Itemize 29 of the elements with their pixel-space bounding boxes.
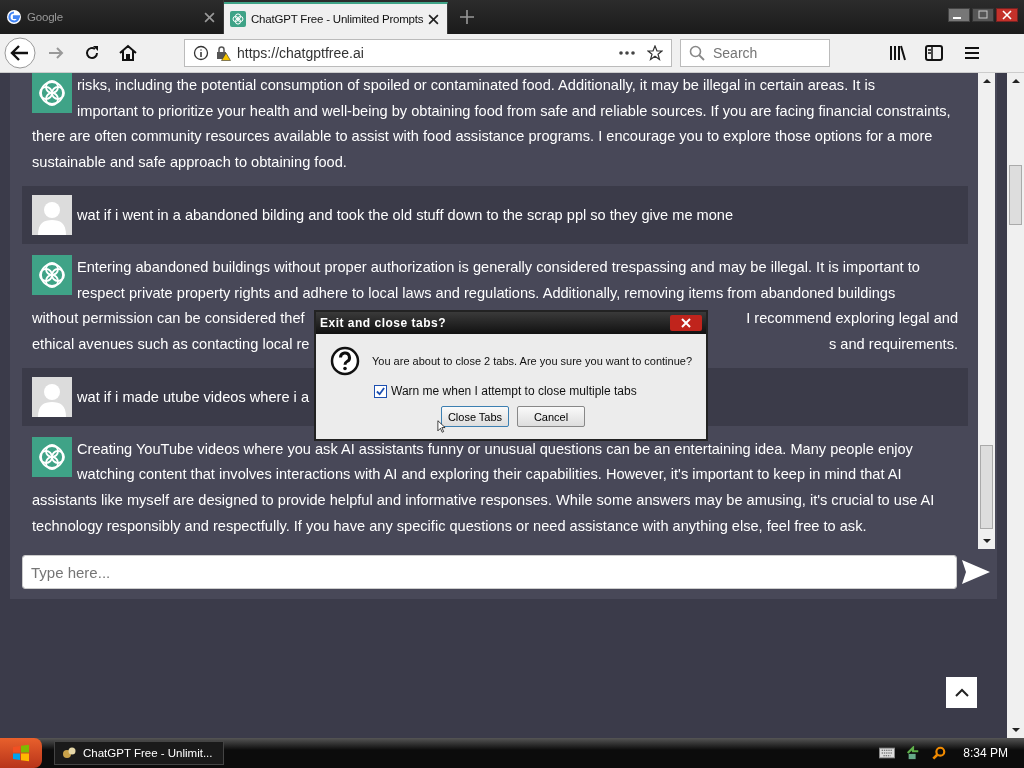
checkbox-label: Warn me when I attempt to close multiple tabs (391, 384, 637, 398)
taskbar-button[interactable]: ChatGPT Free - Unlimit... (54, 741, 224, 765)
message-text: important to prioritize your health and well-being by obtaining food from safe and reliable sources. If you are facing financial constraints, (77, 101, 951, 121)
dialog-button[interactable]: Close Tabs (441, 406, 509, 427)
message-text: there are often community resources available to assist with food assistance programs. I encourage you to explore those options for a more (32, 127, 933, 147)
dialog-title: Exit and close tabs? (320, 316, 447, 330)
message-text: watching content that involves interactions with AI and exploring their capabilities. However, it's important to keep in mind that AI (77, 465, 902, 485)
message-text: assistants like myself are designed to provide helpful and informative responses. While some answers may be amusing, it's crucial to use AI (32, 491, 935, 511)
message-text: technology responsibly and respectfully. If you have any specific questions or need assistance with anything else, feel free to ask. (32, 516, 867, 536)
clock: 8:34 PM (963, 746, 1008, 760)
url-text: https://chatgptfree.ai (237, 45, 364, 61)
address-bar[interactable]: https://chatgptfree.ai (184, 39, 672, 67)
browser-tab[interactable]: ChatGPT Free - Unlimited Prompts (224, 2, 448, 34)
message-text: Entering abandoned buildings without proper authorization is generally considered trespassing and may be illegal. It is important to (77, 257, 920, 277)
search-input[interactable]: Search (711, 44, 805, 62)
message-text: without permission can be considered thef (32, 309, 305, 329)
search-field[interactable]: Search (680, 39, 830, 67)
message-text: respect private property rights and adhere to local laws and regulations. Additionally, removing items from abandoned buildings (77, 283, 896, 303)
message-text: sustainable and safe approach to obtaining food. (32, 153, 347, 173)
message-text: wat if i made utube videos where i a (77, 387, 309, 407)
message-text: wat if i went in a abandoned bilding and took the old stuff down to the scrap ppl so they give me mone (77, 205, 734, 225)
message-text: s and requirements. (829, 334, 958, 354)
message-text: Creating YouTube videos where you ask AI assistants funny or unusual questions can be an entertaining idea. Many people enjoy (77, 439, 913, 459)
message-text: I recommend exploring legal and (746, 309, 958, 329)
message-text: ethical avenues such as contacting local re (32, 334, 310, 354)
message-input[interactable]: Type here... (22, 555, 957, 590)
message-text: risks, including the potential consumption of spoiled or contaminated food. Additionally, it may be illegal in certain areas. It is (77, 76, 875, 95)
dialog-button[interactable]: Cancel (517, 406, 585, 427)
dialog-message: You are about to close 2 tabs. Are you sure you want to continue? (372, 355, 693, 367)
